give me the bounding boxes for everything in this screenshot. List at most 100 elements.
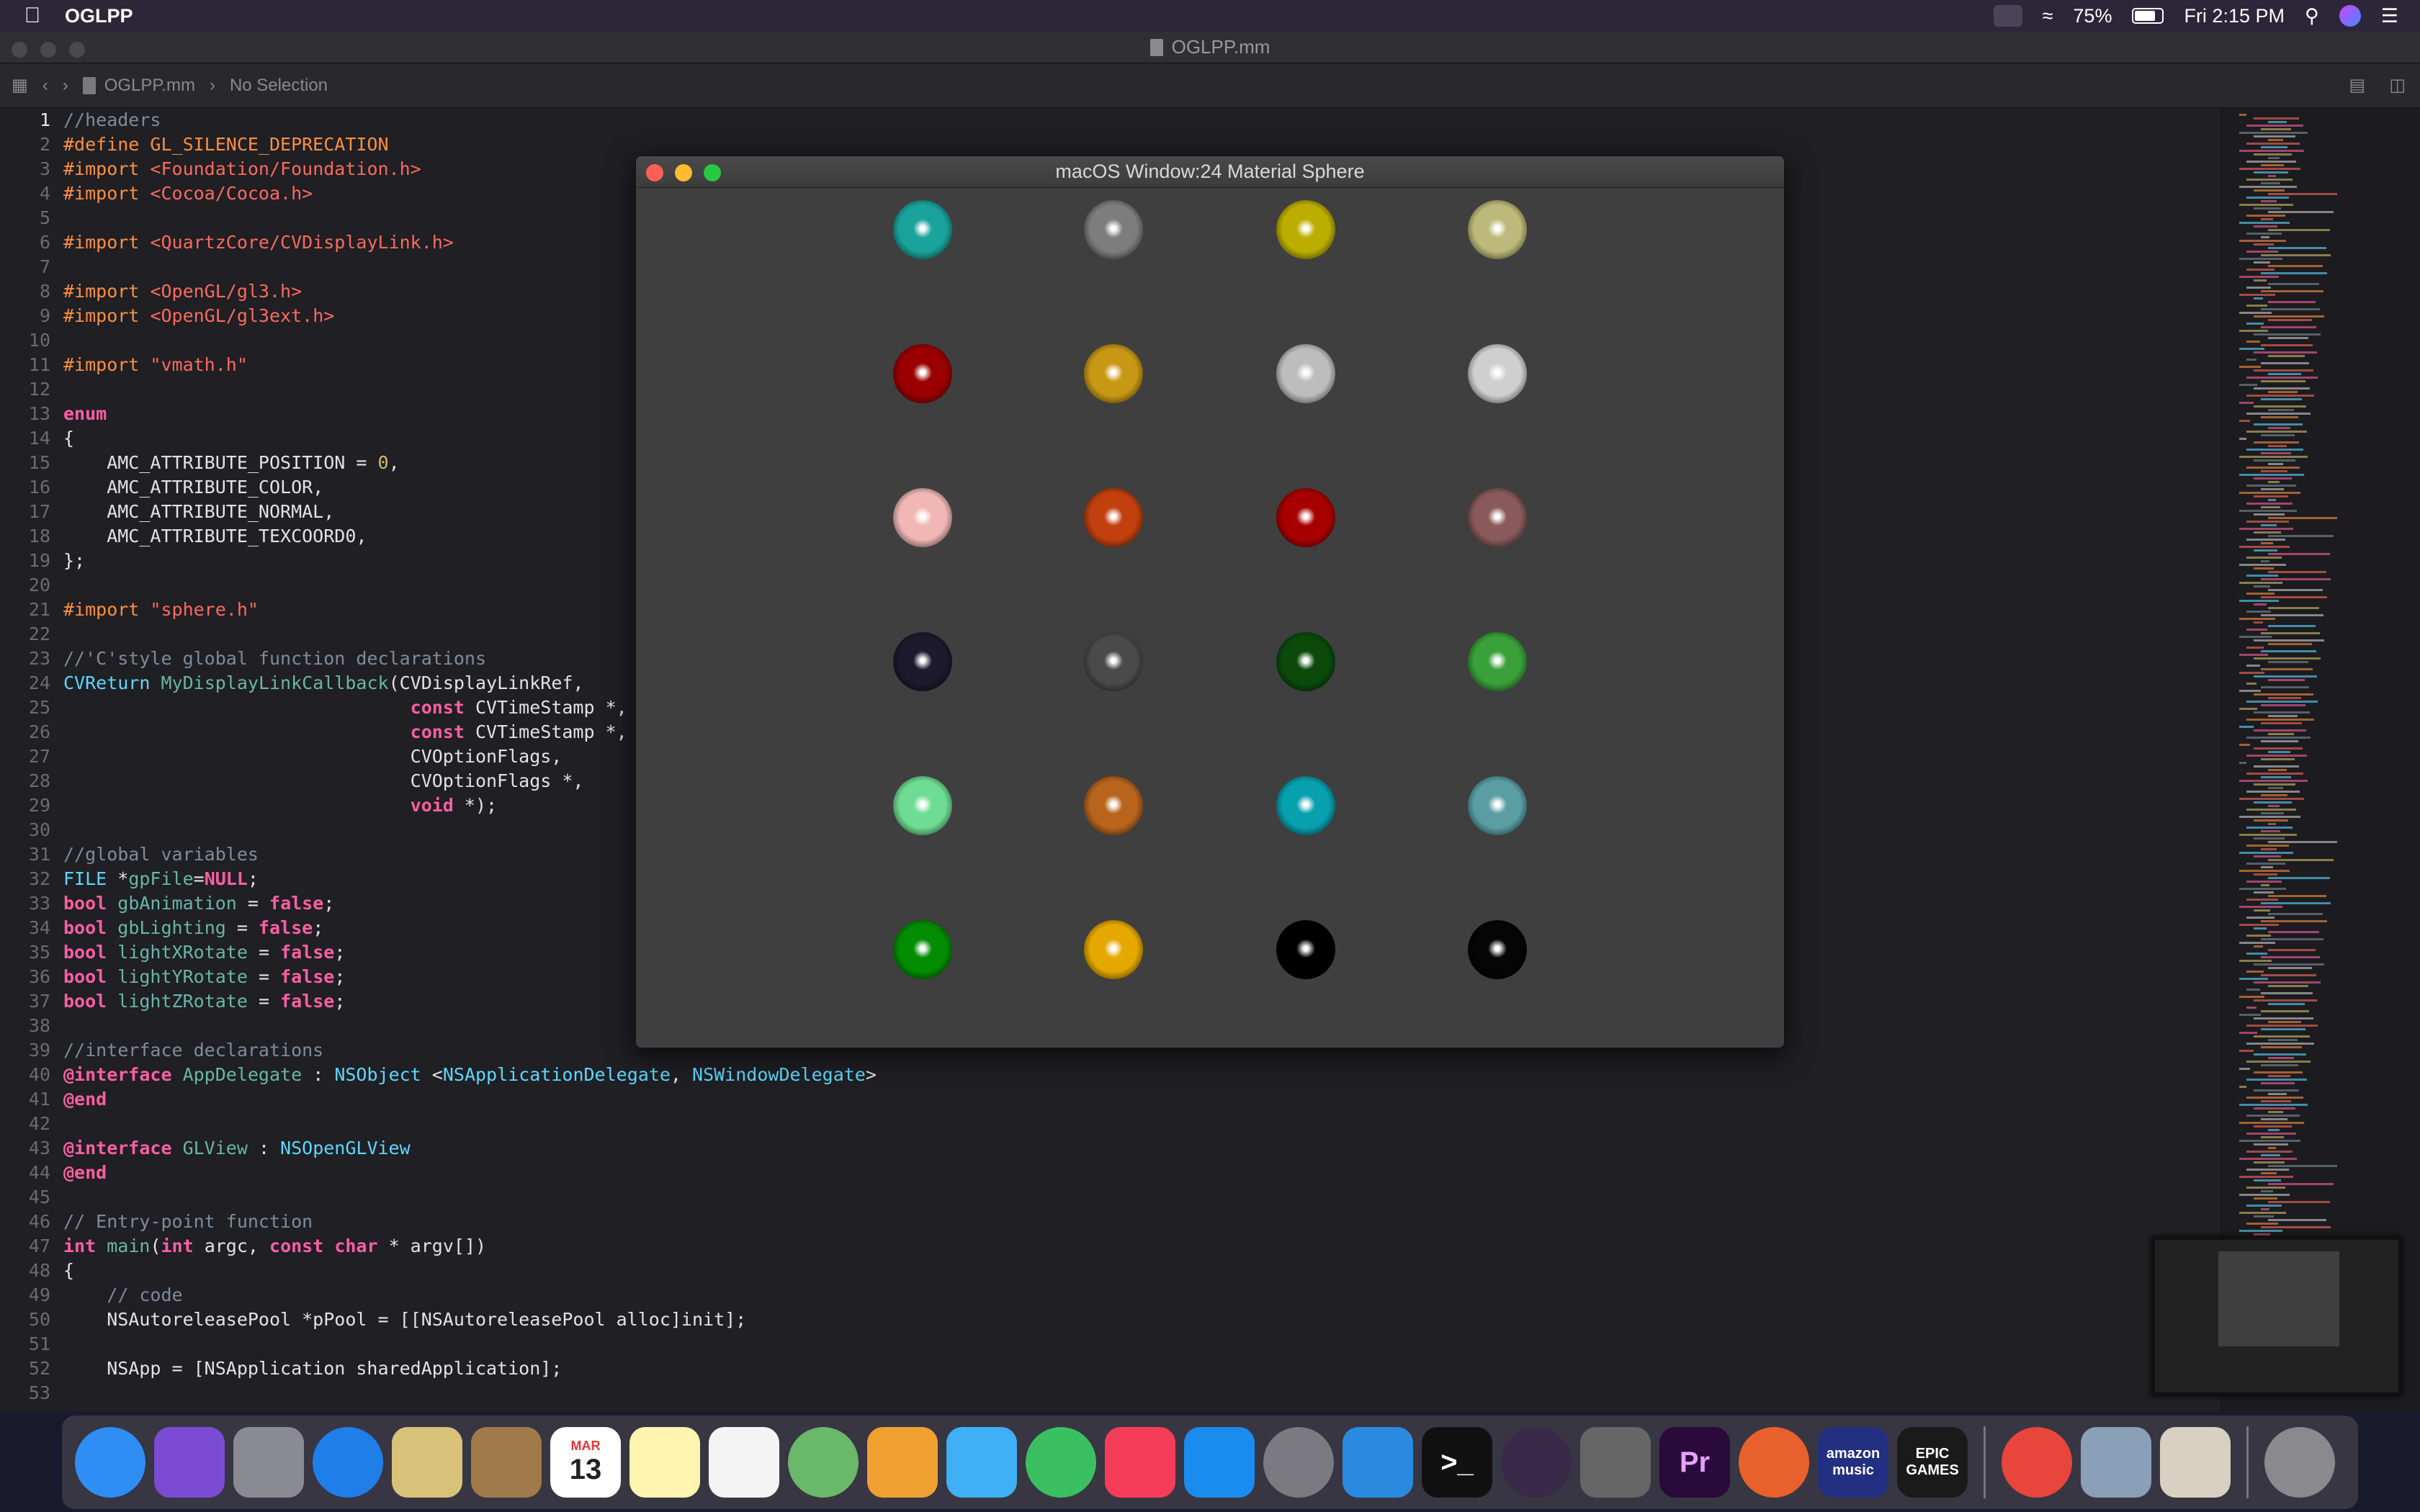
line-number: 8 bbox=[39, 281, 50, 302]
code-line[interactable]: 52 NSApp = [NSApplication sharedApplicat… bbox=[0, 1356, 2218, 1381]
code-line[interactable]: 49 // code bbox=[0, 1283, 2218, 1308]
reminders-icon[interactable] bbox=[709, 1427, 779, 1498]
code-line[interactable]: 1 //headers bbox=[0, 108, 2218, 132]
code-text: bool lightXRotate = false; bbox=[63, 942, 346, 963]
gl-window[interactable]: macOS Window:24 Material Sphere bbox=[635, 156, 1785, 1048]
disk-utility-icon[interactable] bbox=[1580, 1427, 1651, 1498]
battery-icon[interactable] bbox=[2132, 8, 2164, 24]
minimap-line bbox=[2246, 629, 2267, 631]
gl-minimize-button[interactable] bbox=[675, 164, 692, 181]
minimap-line bbox=[2254, 225, 2277, 228]
calendar-icon[interactable]: MAR 13 bbox=[550, 1427, 621, 1498]
code-line[interactable]: 44 @end bbox=[0, 1161, 2218, 1185]
minimap-line bbox=[2239, 330, 2268, 332]
code-line[interactable]: 40 @interface AppDelegate : NSObject <NSA… bbox=[0, 1063, 2218, 1087]
code-text: #import <QuartzCore/CVDisplayLink.h> bbox=[63, 232, 454, 253]
minimap-line bbox=[2239, 798, 2304, 800]
siri-icon[interactable] bbox=[2339, 5, 2361, 27]
launchpad-icon[interactable] bbox=[233, 1427, 304, 1498]
minimap-line bbox=[2246, 1097, 2303, 1099]
messages-icon[interactable] bbox=[946, 1427, 1017, 1498]
gl-zoom-button[interactable] bbox=[704, 164, 721, 181]
minimap-line bbox=[2268, 985, 2308, 987]
facetime-icon[interactable] bbox=[1026, 1427, 1096, 1498]
editor-options-icon[interactable]: ▤ bbox=[2349, 75, 2365, 96]
instruments-icon[interactable] bbox=[2160, 1427, 2231, 1498]
forward-arrow-icon[interactable]: › bbox=[63, 76, 68, 96]
anydesk-icon[interactable] bbox=[2002, 1427, 2072, 1498]
code-line[interactable]: 48 { bbox=[0, 1259, 2218, 1283]
minimap-line bbox=[2239, 834, 2297, 836]
preview-icon[interactable] bbox=[2081, 1427, 2151, 1498]
control-center-icon[interactable]: ☰ bbox=[2381, 5, 2398, 27]
gl-close-button[interactable] bbox=[646, 164, 663, 181]
premiere-pro-icon[interactable]: Pr bbox=[1659, 1427, 1730, 1498]
code-line[interactable]: 50 NSAutoreleasePool *pPool = [[NSAutore… bbox=[0, 1308, 2218, 1332]
maps-icon[interactable] bbox=[788, 1427, 859, 1498]
creative-cloud-icon[interactable] bbox=[1993, 5, 2022, 27]
gl-window-title-bar[interactable]: macOS Window:24 Material Sphere bbox=[636, 156, 1784, 188]
line-number: 53 bbox=[28, 1382, 50, 1403]
amazon-music-icon[interactable]: amazon music bbox=[1818, 1427, 1888, 1498]
minimap-line bbox=[2239, 690, 2261, 692]
wifi-icon[interactable]: ≈ bbox=[2043, 5, 2053, 27]
clock[interactable]: Fri 2:15 PM bbox=[2184, 5, 2285, 27]
notes-icon[interactable] bbox=[629, 1427, 700, 1498]
minimap-line bbox=[2246, 1043, 2314, 1045]
line-number: 22 bbox=[28, 624, 50, 644]
code-line[interactable]: 47 int main(int argc, const char * argv[]… bbox=[0, 1234, 2218, 1259]
minimap-line bbox=[2239, 960, 2272, 962]
xcode-icon[interactable] bbox=[1343, 1427, 1413, 1498]
code-text: #define GL_SILENCE_DEPRECATION bbox=[63, 134, 389, 155]
window-thumbnail[interactable] bbox=[2152, 1237, 2401, 1395]
minimap-line bbox=[2246, 935, 2271, 937]
minimap-line bbox=[2239, 762, 2246, 764]
minimap-line bbox=[2246, 1079, 2307, 1081]
code-line[interactable]: 53 bbox=[0, 1381, 2218, 1405]
minimap-line bbox=[2254, 801, 2292, 804]
breadcrumb-file[interactable]: OGLPP.mm bbox=[104, 76, 195, 96]
apple-icon[interactable]:  bbox=[0, 4, 65, 28]
trash-icon[interactable] bbox=[2264, 1427, 2335, 1498]
zoom-button[interactable] bbox=[69, 42, 85, 58]
app-store-icon[interactable] bbox=[1184, 1427, 1255, 1498]
minimap-line bbox=[2268, 409, 2294, 411]
minimap-line bbox=[2239, 222, 2290, 224]
firefox-icon[interactable] bbox=[1739, 1427, 1809, 1498]
contacts-icon[interactable] bbox=[471, 1427, 542, 1498]
code-line[interactable]: 2 #define GL_SILENCE_DEPRECATION bbox=[0, 132, 2218, 157]
epic-games-icon[interactable]: EPIC GAMES bbox=[1897, 1427, 1968, 1498]
code-line[interactable]: 41 @end bbox=[0, 1087, 2218, 1112]
code-line[interactable]: 51 bbox=[0, 1332, 2218, 1356]
minimap[interactable] bbox=[2218, 108, 2420, 1411]
minimap-line bbox=[2254, 1107, 2295, 1110]
mail-icon[interactable] bbox=[392, 1427, 462, 1498]
minimap-line bbox=[2261, 416, 2298, 418]
breadcrumb-selection[interactable]: No Selection bbox=[230, 76, 328, 96]
code-line[interactable]: 46 // Entry-point function bbox=[0, 1210, 2218, 1234]
code-line[interactable]: 42 bbox=[0, 1112, 2218, 1136]
siri-app-icon[interactable] bbox=[154, 1427, 225, 1498]
terminal-icon[interactable]: >_ bbox=[1422, 1427, 1492, 1498]
finder-icon[interactable] bbox=[75, 1427, 145, 1498]
safari-icon[interactable] bbox=[313, 1427, 383, 1498]
minimap-line bbox=[2246, 1007, 2257, 1009]
photos-icon[interactable] bbox=[867, 1427, 938, 1498]
minimize-button[interactable] bbox=[40, 42, 56, 58]
code-line[interactable]: 43 @interface GLView : NSOpenGLView bbox=[0, 1136, 2218, 1161]
code-line[interactable]: 45 bbox=[0, 1185, 2218, 1210]
material-sphere bbox=[1468, 488, 1527, 547]
related-items-icon[interactable]: ▦ bbox=[12, 75, 28, 96]
search-icon[interactable]: ⚲ bbox=[2305, 5, 2319, 27]
minimap-line bbox=[2254, 945, 2263, 948]
minimap-line bbox=[2268, 211, 2334, 213]
system-preferences-icon[interactable] bbox=[1263, 1427, 1334, 1498]
minimap-line bbox=[2268, 229, 2330, 231]
music-icon[interactable] bbox=[1105, 1427, 1175, 1498]
back-arrow-icon[interactable]: ‹ bbox=[42, 76, 48, 96]
minimap-line bbox=[2254, 837, 2285, 840]
close-button[interactable] bbox=[12, 42, 27, 58]
add-editor-icon[interactable]: ◫ bbox=[2389, 75, 2406, 96]
app-name-menu[interactable]: OGLPP bbox=[65, 5, 133, 27]
final-cut-icon[interactable] bbox=[1501, 1427, 1572, 1498]
